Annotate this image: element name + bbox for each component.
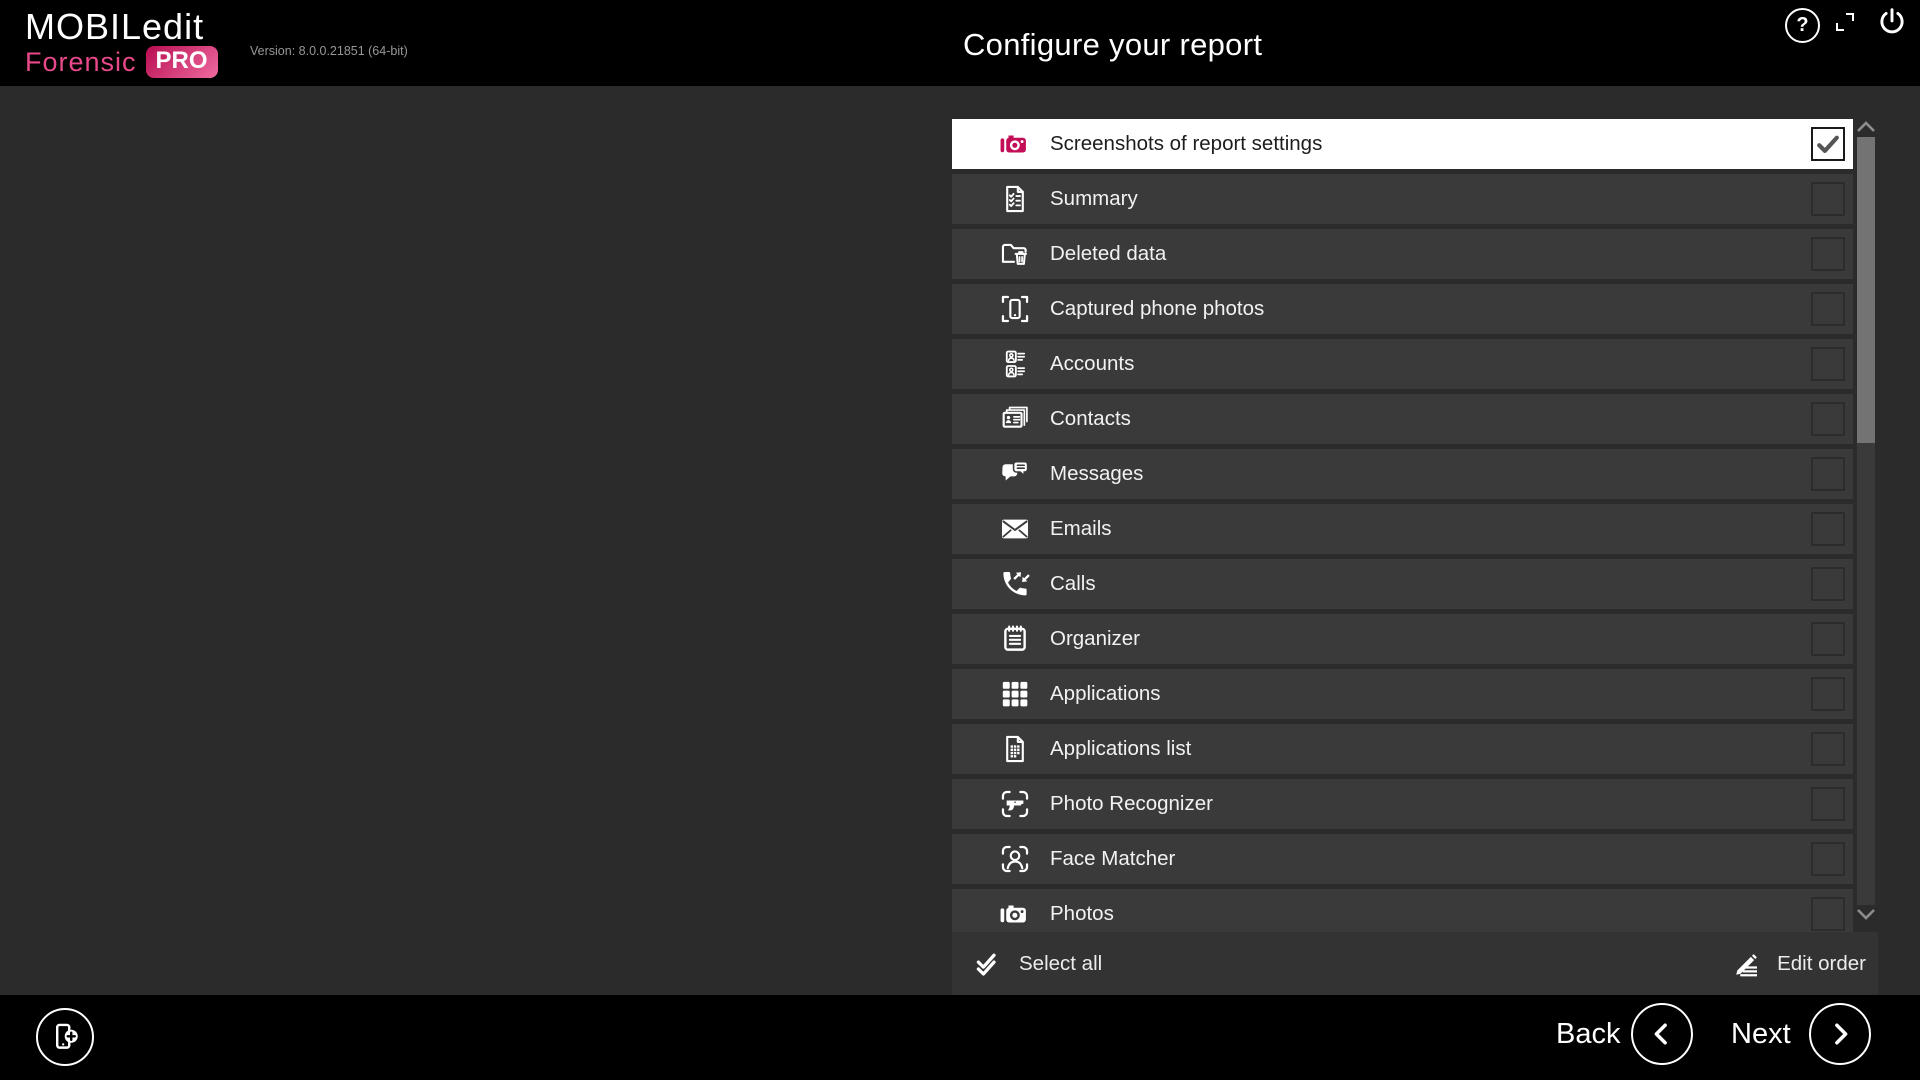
next-button[interactable] [1809,1003,1871,1065]
list-item-screenshots-of-report-settings[interactable]: Screenshots of report settings [952,119,1853,169]
logo-pro-badge: PRO [146,46,218,78]
add-phone-icon[interactable] [36,1008,94,1066]
next-button-label[interactable]: Next [1731,1018,1791,1051]
photos-camera-icon [998,897,1032,931]
list-item-label: Applications [1050,682,1161,706]
checkbox[interactable] [1811,457,1845,491]
scrollbar-track[interactable] [1857,137,1875,905]
list-item-applications[interactable]: Applications [952,669,1853,719]
scroll-down-icon[interactable] [1855,907,1877,923]
list-item-label: Photo Recognizer [1050,792,1213,816]
emails-icon [998,512,1032,546]
chevron-right-icon [1825,1019,1855,1049]
checkbox[interactable] [1811,402,1845,436]
captured-phone-icon [998,292,1032,326]
back-button-label[interactable]: Back [1556,1018,1620,1051]
accounts-icon [998,347,1032,381]
photo-recognizer-icon [998,787,1032,821]
summary-document-icon [998,182,1032,216]
list-item-contacts[interactable]: Contacts [952,394,1853,444]
page-title: Configure your report [963,27,1262,63]
checkbox[interactable] [1811,732,1845,766]
list-item-label: Photos [1050,902,1114,926]
checkbox[interactable] [1811,512,1845,546]
power-icon[interactable] [1876,6,1908,38]
edit-pencil-icon [1732,949,1762,979]
checkbox[interactable] [1811,127,1845,161]
list-item-label: Screenshots of report settings [1050,132,1322,156]
list-item-label: Face Matcher [1050,847,1175,871]
list-item-label: Applications list [1050,737,1191,761]
list-item-face-matcher[interactable]: Face Matcher [952,834,1853,884]
select-all-button[interactable]: Select all [974,949,1102,979]
list-item-organizer[interactable]: Organizer [952,614,1853,664]
list-item-accounts[interactable]: Accounts [952,339,1853,389]
list-item-label: Emails [1050,517,1112,541]
logo-primary: MOBILedit [25,8,218,46]
camera-icon [998,127,1032,161]
list-item-applications-list[interactable]: Applications list [952,724,1853,774]
edit-order-button[interactable]: Edit order [1732,949,1866,979]
applications-grid-icon [998,677,1032,711]
deleted-folder-icon [998,237,1032,271]
organizer-icon [998,622,1032,656]
list-item-summary[interactable]: Summary [952,174,1853,224]
list-item-label: Contacts [1050,407,1131,431]
list-item-messages[interactable]: Messages [952,449,1853,499]
checkbox[interactable] [1811,677,1845,711]
chevron-left-icon [1647,1019,1677,1049]
version-label: Version: 8.0.0.21851 (64-bit) [250,44,408,58]
list-item-label: Messages [1050,462,1143,486]
help-icon[interactable]: ? [1785,8,1820,43]
calls-icon [998,567,1032,601]
list-item-label: Summary [1050,187,1138,211]
report-sections-list: Screenshots of report settings Summary [952,119,1853,939]
list-item-captured-phone-photos[interactable]: Captured phone photos [952,284,1853,334]
list-item-label: Accounts [1050,352,1134,376]
app-logo: MOBILedit Forensic PRO [25,8,218,78]
resize-window-icon[interactable] [1833,10,1857,34]
header: MOBILedit Forensic PRO Version: 8.0.0.21… [0,0,1920,86]
list-item-emails[interactable]: Emails [952,504,1853,554]
checkbox[interactable] [1811,842,1845,876]
checkbox[interactable] [1811,567,1845,601]
list-item-deleted-data[interactable]: Deleted data [952,229,1853,279]
messages-icon [998,457,1032,491]
checkbox[interactable] [1811,347,1845,381]
edit-order-label: Edit order [1777,952,1866,976]
scrollbar-thumb[interactable] [1857,137,1875,443]
checkbox[interactable] [1811,622,1845,656]
list-item-label: Calls [1050,572,1096,596]
logo-secondary: Forensic [25,47,137,78]
scroll-up-icon[interactable] [1855,118,1877,134]
list-actions-bar: Select all Edit order [952,932,1878,995]
checkbox[interactable] [1811,897,1845,931]
list-item-label: Captured phone photos [1050,297,1264,321]
checkbox[interactable] [1811,292,1845,326]
checkbox[interactable] [1811,237,1845,271]
double-check-icon [974,949,1004,979]
list-item-label: Organizer [1050,627,1140,651]
select-all-label: Select all [1019,952,1102,976]
contacts-icon [998,402,1032,436]
face-matcher-icon [998,842,1032,876]
list-item-photo-recognizer[interactable]: Photo Recognizer [952,779,1853,829]
applications-list-icon [998,732,1032,766]
checkbox[interactable] [1811,182,1845,216]
list-item-calls[interactable]: Calls [952,559,1853,609]
checkbox[interactable] [1811,787,1845,821]
list-item-label: Deleted data [1050,242,1166,266]
back-button[interactable] [1631,1003,1693,1065]
